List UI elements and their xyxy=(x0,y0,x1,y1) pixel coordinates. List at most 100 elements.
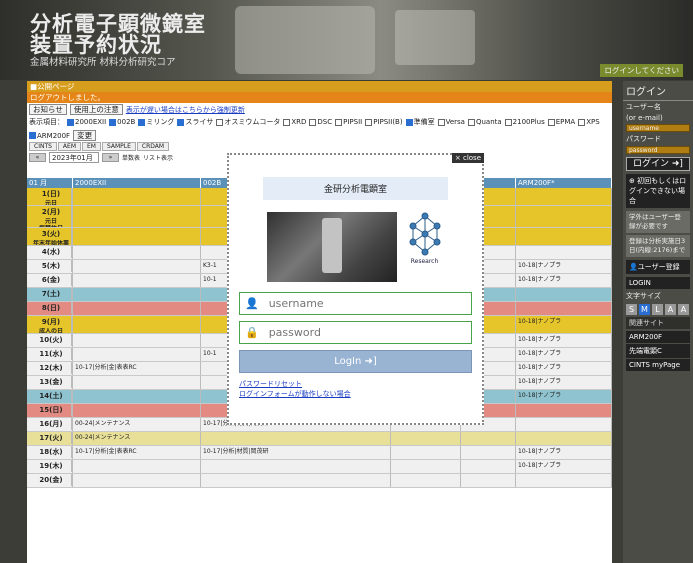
reservation-cell[interactable] xyxy=(73,188,201,205)
next-month-button[interactable]: » xyxy=(102,153,119,162)
reservation-cell[interactable] xyxy=(516,302,612,315)
instrument-checkbox[interactable]: Quanta xyxy=(467,118,502,126)
view-single-button[interactable]: 単数表 xyxy=(122,153,140,162)
reservation-cell[interactable] xyxy=(391,474,461,487)
sidebar-username-field[interactable]: username xyxy=(626,124,690,132)
instrument-checkbox[interactable]: PIPSII xyxy=(335,118,362,126)
reservation-cell[interactable]: 10-18|ナノプラ xyxy=(516,316,612,333)
reservation-cell[interactable] xyxy=(461,474,516,487)
reservation-cell[interactable]: 10-18|ナノプラ xyxy=(516,362,612,375)
reservation-cell[interactable]: 10-18|ナノプラ xyxy=(516,446,612,459)
checkbox-icon[interactable] xyxy=(335,118,343,126)
checkbox-icon[interactable] xyxy=(177,118,185,126)
tab-crdam[interactable]: CRDAM xyxy=(136,142,170,151)
reservation-cell[interactable] xyxy=(391,432,461,445)
reservation-cell[interactable] xyxy=(516,404,612,417)
force-refresh-link[interactable]: 表示が遅い場合はこちらから強制更新 xyxy=(126,105,245,115)
font-size-l-button[interactable]: L xyxy=(652,304,663,315)
reservation-cell[interactable]: 10-18|ナノプラ xyxy=(516,334,612,347)
reservation-cell[interactable] xyxy=(73,404,201,417)
related-link[interactable]: CINTS myPage xyxy=(626,359,690,371)
register-button[interactable]: 👤ユーザー登録 xyxy=(626,260,690,274)
instrument-checkbox[interactable]: 002B xyxy=(109,118,135,126)
reservation-cell[interactable] xyxy=(516,246,612,259)
sidebar-password-field[interactable]: password xyxy=(626,146,690,154)
instrument-checkbox[interactable]: ミリング xyxy=(138,117,174,127)
column-header[interactable]: 2000EXII xyxy=(73,178,201,188)
instrument-checkbox[interactable]: ARM200F xyxy=(29,132,70,140)
instrument-checkbox[interactable]: PIPSII(B) xyxy=(365,118,403,126)
modal-login-button[interactable]: LogIn ➜] xyxy=(239,350,472,373)
font-size-m-button[interactable]: M xyxy=(639,304,650,315)
checkbox-icon[interactable] xyxy=(504,118,512,126)
sidebar-login-button[interactable]: ログイン ➜] xyxy=(626,157,690,171)
view-list-button[interactable]: リスト表示 xyxy=(143,153,173,162)
checkbox-icon[interactable] xyxy=(467,118,475,126)
reservation-cell[interactable] xyxy=(461,446,516,459)
month-select[interactable]: 2023年01月 xyxy=(49,152,99,163)
checkbox-icon[interactable] xyxy=(547,118,555,126)
checkbox-icon[interactable] xyxy=(578,118,586,126)
reservation-cell[interactable] xyxy=(73,260,201,273)
instrument-checkbox[interactable]: 準備室 xyxy=(405,117,435,127)
related-link[interactable]: ARM200F xyxy=(626,331,690,343)
reservation-cell[interactable]: 10-18|ナノプラ xyxy=(516,376,612,389)
instrument-checkbox[interactable]: スライサ xyxy=(177,117,213,127)
reservation-cell[interactable] xyxy=(201,474,391,487)
tab-em[interactable]: EM xyxy=(82,142,101,151)
checkbox-icon[interactable] xyxy=(216,118,224,126)
reservation-cell[interactable]: 10-18|ナノプラ xyxy=(516,348,612,361)
reservation-cell[interactable]: 10-18|ナノプラ xyxy=(516,390,612,403)
reservation-cell[interactable]: 10-18|ナノプラ xyxy=(516,460,612,473)
change-button[interactable]: 変更 xyxy=(73,130,97,141)
checkbox-icon[interactable] xyxy=(29,132,36,139)
reservation-cell[interactable] xyxy=(73,474,201,487)
reservation-cell[interactable] xyxy=(73,348,201,361)
reservation-cell[interactable] xyxy=(516,228,612,245)
reservation-cell[interactable] xyxy=(516,432,612,445)
login-form-help-link[interactable]: ログインフォームが動作しない場合 xyxy=(239,389,472,399)
reservation-cell[interactable] xyxy=(73,288,201,301)
font-size-s-button[interactable]: S xyxy=(626,304,637,315)
reservation-cell[interactable] xyxy=(461,432,516,445)
usage-notes-button[interactable]: 使用上の注意 xyxy=(69,104,123,115)
reservation-cell[interactable] xyxy=(201,460,391,473)
password-reset-link[interactable]: パスワードリセット xyxy=(239,379,472,389)
checkbox-icon[interactable] xyxy=(309,118,317,126)
reservation-cell[interactable] xyxy=(73,228,201,245)
reservation-cell[interactable] xyxy=(73,302,201,315)
reservation-cell[interactable] xyxy=(73,206,201,227)
reservation-cell[interactable] xyxy=(516,288,612,301)
reservation-cell[interactable] xyxy=(461,460,516,473)
modal-close-button[interactable]: × close xyxy=(451,153,484,163)
reservation-cell[interactable] xyxy=(73,334,201,347)
reservation-cell[interactable]: 10-17|分析|材質|岡茂研 xyxy=(201,446,391,459)
instrument-checkbox[interactable]: Versa xyxy=(437,118,465,126)
modal-username-input[interactable] xyxy=(268,297,449,310)
modal-password-field[interactable]: 🔒 xyxy=(239,321,472,344)
instrument-checkbox[interactable]: XPS xyxy=(578,118,600,126)
reservation-cell[interactable] xyxy=(73,246,201,259)
checkbox-icon[interactable] xyxy=(138,118,146,126)
reservation-cell[interactable] xyxy=(516,206,612,227)
font-size-a-button[interactable]: A xyxy=(665,304,676,315)
first-login-link[interactable]: ⊕ 初回もしくはログインできない場合 xyxy=(626,174,690,208)
notice-button[interactable]: お知らせ xyxy=(29,104,67,115)
reservation-cell[interactable] xyxy=(516,474,612,487)
reservation-cell[interactable] xyxy=(73,376,201,389)
reservation-cell[interactable]: 00-24|メンテナンス xyxy=(73,432,201,445)
instrument-checkbox[interactable]: 2000EXII xyxy=(67,118,106,126)
instrument-checkbox[interactable]: 2100Plus xyxy=(504,118,545,126)
reservation-cell[interactable] xyxy=(516,418,612,431)
checkbox-icon[interactable] xyxy=(67,118,74,126)
reservation-cell[interactable] xyxy=(391,446,461,459)
reservation-cell[interactable] xyxy=(391,460,461,473)
modal-password-input[interactable] xyxy=(268,326,449,339)
reservation-cell[interactable] xyxy=(73,390,201,403)
tab-cints[interactable]: CINTS xyxy=(29,142,57,151)
reservation-cell[interactable] xyxy=(73,316,201,333)
instrument-checkbox[interactable]: XRD xyxy=(283,118,306,126)
checkbox-icon[interactable] xyxy=(109,118,117,126)
reservation-cell[interactable]: 10-18|ナノプラ xyxy=(516,260,612,273)
reservation-cell[interactable] xyxy=(73,274,201,287)
